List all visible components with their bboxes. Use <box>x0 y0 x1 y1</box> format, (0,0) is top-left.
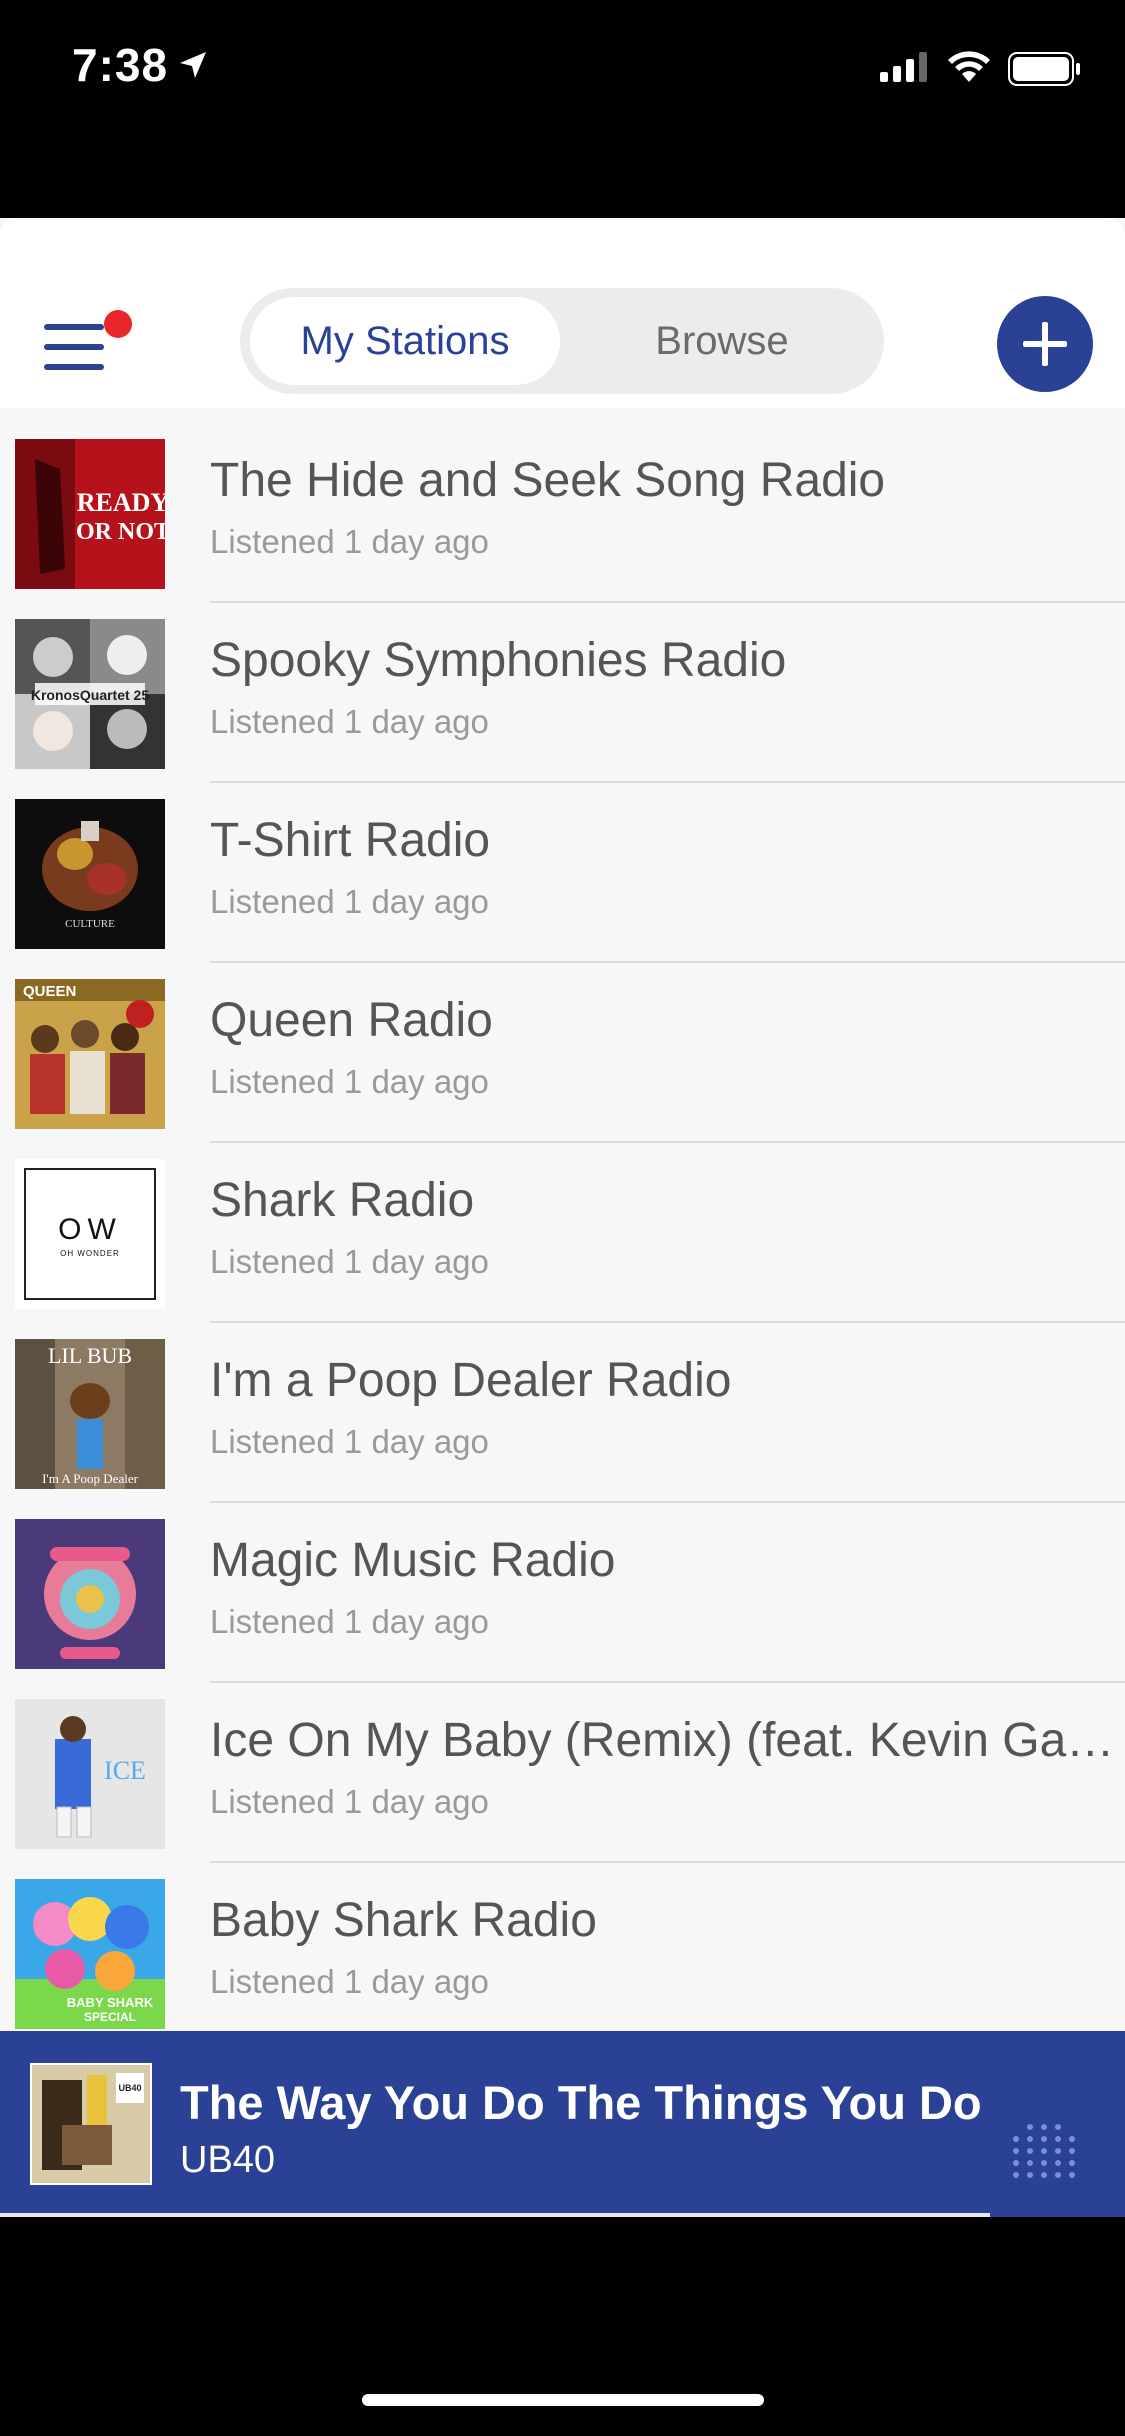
station-row[interactable]: BABY SHARK SPECIAL Baby Shark Radio List… <box>0 1863 1125 2031</box>
station-subtitle: Listened 1 day ago <box>210 1783 489 1820</box>
now-playing-album-art: UB40 <box>30 2063 152 2185</box>
equalizer-icon[interactable] <box>1010 2111 1080 2181</box>
station-title: Shark Radio <box>210 1174 475 1227</box>
header: My Stations Browse <box>0 218 1125 408</box>
album-art: LIL BUB I'm A Poop Dealer <box>15 1339 165 1489</box>
svg-text:SPECIAL: SPECIAL <box>84 2010 136 2024</box>
tab-switcher: My Stations Browse <box>240 288 884 394</box>
station-subtitle: Listened 1 day ago <box>210 1063 489 1100</box>
mini-player[interactable]: UB40 The Way You Do The Things You Do UB… <box>0 2031 1125 2216</box>
battery-icon <box>1008 52 1080 86</box>
station-subtitle: Listened 1 day ago <box>210 1423 489 1460</box>
station-row[interactable]: QUEEN Queen Radio Listened 1 day ago <box>0 963 1125 1143</box>
station-row[interactable]: ICE Ice On My Baby (Remix) (feat. Kevin … <box>0 1683 1125 1863</box>
station-subtitle: Listened 1 day ago <box>210 883 489 920</box>
station-row[interactable]: KronosQuartet 25 Spooky Symphonies Radio… <box>0 603 1125 783</box>
add-station-button[interactable] <box>997 296 1093 392</box>
station-title: Magic Music Radio <box>210 1534 616 1587</box>
station-title: Baby Shark Radio <box>210 1894 597 1947</box>
menu-button[interactable] <box>44 310 132 376</box>
album-art: KronosQuartet 25 <box>15 619 165 769</box>
svg-text:OW: OW <box>58 1213 122 1246</box>
svg-text:LIL BUB: LIL BUB <box>48 1343 132 1368</box>
station-title: The Hide and Seek Song Radio <box>210 454 886 507</box>
svg-text:KronosQuartet 25: KronosQuartet 25 <box>31 687 149 703</box>
menu-line-icon <box>44 324 104 330</box>
svg-text:ICE: ICE <box>104 1756 146 1785</box>
album-art: BABY SHARK SPECIAL <box>15 1879 165 2029</box>
album-art: QUEEN <box>15 979 165 1129</box>
svg-text:QUEEN: QUEEN <box>23 983 76 1000</box>
home-indicator[interactable] <box>362 2394 764 2406</box>
now-playing-artist: UB40 <box>180 2139 276 2181</box>
station-subtitle: Listened 1 day ago <box>210 1603 489 1640</box>
tab-my-stations[interactable]: My Stations <box>250 297 560 385</box>
svg-text:OR NOT: OR NOT <box>76 519 165 545</box>
status-bar: 7:38 <box>0 0 1125 140</box>
location-arrow-icon <box>180 52 206 78</box>
station-title: I'm a Poop Dealer Radio <box>210 1354 732 1407</box>
album-art: OW OH WONDER <box>15 1159 165 1309</box>
station-row[interactable]: LIL BUB I'm A Poop Dealer I'm a Poop Dea… <box>0 1323 1125 1503</box>
album-art <box>15 1519 165 1669</box>
station-title: Ice On My Baby (Remix) (feat. Kevin Gate… <box>210 1714 1115 1767</box>
station-subtitle: Listened 1 day ago <box>210 1243 489 1280</box>
svg-text:READY: READY <box>77 488 165 517</box>
svg-text:OH WONDER: OH WONDER <box>60 1249 120 1258</box>
station-list: READY OR NOT The Hide and Seek Song Radi… <box>0 423 1125 2031</box>
station-row[interactable]: OW OH WONDER Shark Radio Listened 1 day … <box>0 1143 1125 1323</box>
station-title: T-Shirt Radio <box>210 814 491 867</box>
station-title: Queen Radio <box>210 994 493 1047</box>
station-row[interactable]: READY OR NOT The Hide and Seek Song Radi… <box>0 423 1125 603</box>
playback-progress-fill <box>0 2213 990 2217</box>
wifi-icon <box>948 51 990 82</box>
playback-progress-bar[interactable] <box>0 2213 1125 2217</box>
menu-line-icon <box>44 364 104 370</box>
svg-text:BABY SHARK: BABY SHARK <box>67 1995 154 2010</box>
station-row[interactable]: CULTURE T-Shirt Radio Listened 1 day ago <box>0 783 1125 963</box>
now-playing-title: The Way You Do The Things You Do <box>180 2076 982 2129</box>
cellular-signal-icon <box>880 52 927 82</box>
status-time: 7:38 <box>72 39 169 91</box>
svg-text:I'm A Poop Dealer: I'm A Poop Dealer <box>42 1471 139 1486</box>
station-subtitle: Listened 1 day ago <box>210 703 489 740</box>
station-subtitle: Listened 1 day ago <box>210 1963 489 2000</box>
station-row[interactable]: Magic Music Radio Listened 1 day ago <box>0 1503 1125 1683</box>
app-container: My Stations Browse READY OR NOT The Hide… <box>0 218 1125 2217</box>
station-title: Spooky Symphonies Radio <box>210 634 787 687</box>
station-subtitle: Listened 1 day ago <box>210 523 489 560</box>
notification-dot <box>104 310 132 338</box>
menu-line-icon <box>44 344 104 350</box>
album-art: CULTURE <box>15 799 165 949</box>
svg-text:CULTURE: CULTURE <box>65 918 115 930</box>
svg-text:UB40: UB40 <box>118 2083 141 2093</box>
album-art: ICE <box>15 1699 165 1849</box>
tab-browse[interactable]: Browse <box>570 297 874 385</box>
album-art: READY OR NOT <box>15 439 165 589</box>
